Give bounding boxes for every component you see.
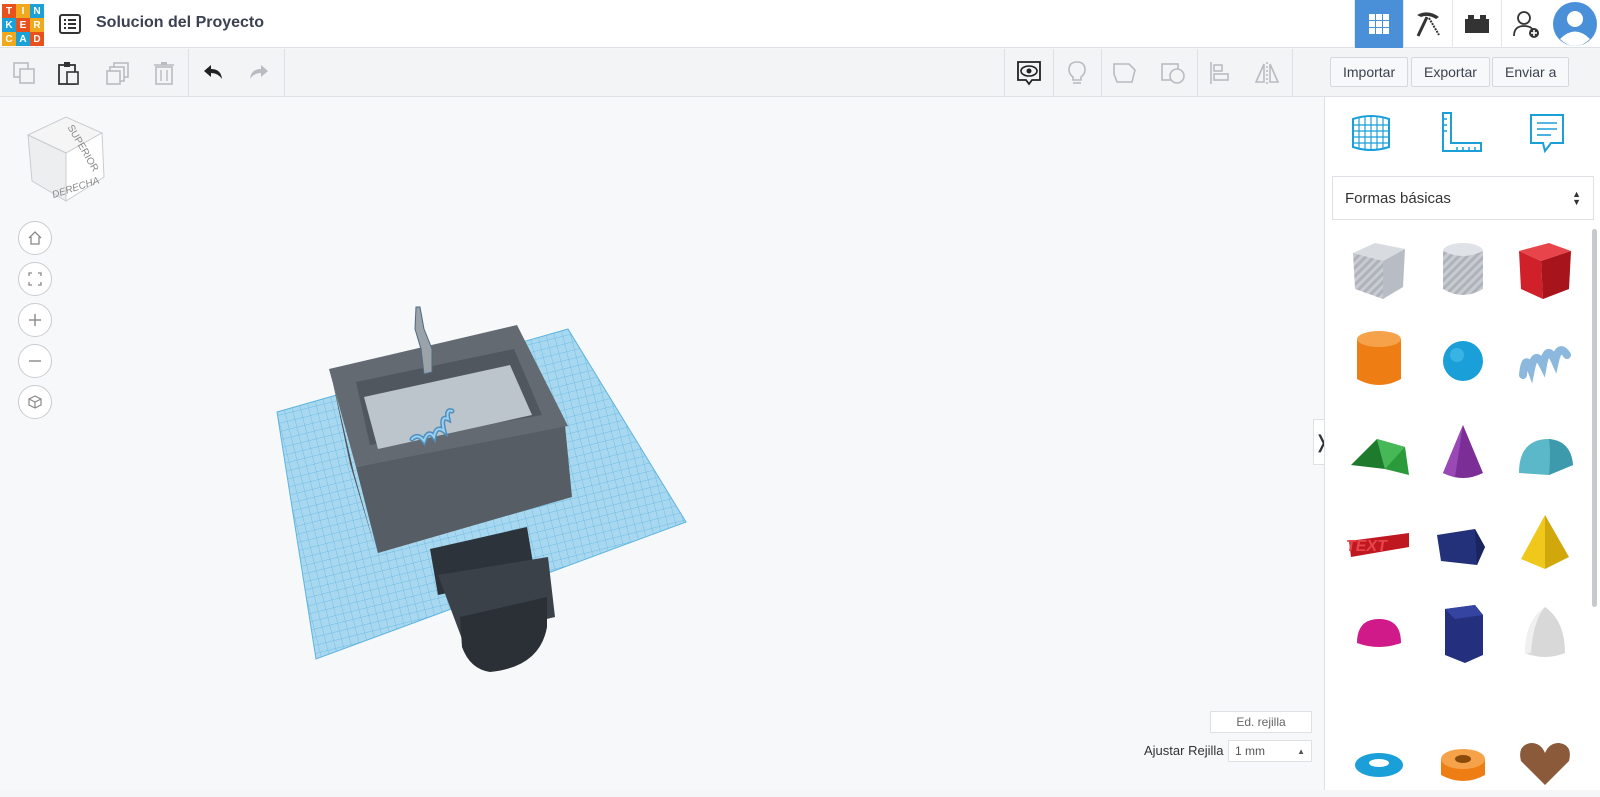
align-icon xyxy=(1210,62,1229,84)
logo-letter: K xyxy=(2,18,16,32)
logo-letter: I xyxy=(16,4,30,18)
select-arrows-icon: ▲ ▼ xyxy=(1572,189,1581,207)
shape-half-sphere[interactable] xyxy=(1343,597,1415,669)
shape-text[interactable]: TEXT xyxy=(1343,507,1415,579)
group-icon xyxy=(1113,63,1136,83)
undo-button[interactable] xyxy=(197,57,229,89)
edit-toolbar: Importar Exportar Enviar a xyxy=(0,49,1600,97)
user-avatar[interactable] xyxy=(1550,0,1600,48)
snap-grid-select[interactable]: 1 mm ▲ xyxy=(1228,740,1312,762)
minecraft-button[interactable] xyxy=(1403,0,1452,48)
redo-button[interactable] xyxy=(243,57,275,89)
shape-tube[interactable] xyxy=(1427,725,1499,797)
notes-toggle-button[interactable] xyxy=(1061,57,1093,89)
copy-button[interactable] xyxy=(8,57,40,89)
shape-sphere[interactable] xyxy=(1427,325,1499,397)
fit-view-button[interactable] xyxy=(18,262,52,296)
workplane-icon[interactable] xyxy=(1347,109,1395,157)
shape-scribble[interactable] xyxy=(1509,325,1581,397)
delete-button[interactable] xyxy=(148,57,180,89)
redo-icon xyxy=(250,65,268,79)
avatar-icon xyxy=(1553,2,1597,46)
shape-torus[interactable] xyxy=(1343,725,1415,797)
import-button[interactable]: Importar xyxy=(1330,57,1409,87)
caret-up-icon: ▲ xyxy=(1297,746,1305,756)
logo-letter: T xyxy=(2,4,16,18)
shape-category-value: Formas básicas xyxy=(1345,189,1451,207)
shape-heart[interactable] xyxy=(1509,725,1581,797)
snap-grid-value: 1 mm xyxy=(1235,744,1265,758)
shape-cone[interactable] xyxy=(1427,417,1499,489)
bricks-button[interactable] xyxy=(1452,0,1501,48)
shape-pyramid[interactable] xyxy=(1509,507,1581,579)
light-icon xyxy=(1068,61,1086,84)
ruler-icon[interactable] xyxy=(1437,109,1485,157)
shape-category-select[interactable]: Formas básicas ▲ ▼ xyxy=(1332,176,1594,220)
tinkercad-logo[interactable]: T I N K E R C A D xyxy=(2,4,44,46)
copy-icon xyxy=(13,62,35,84)
design-list-icon[interactable] xyxy=(58,12,82,36)
mirror-icon xyxy=(1254,62,1280,84)
invite-user-button[interactable] xyxy=(1501,0,1550,48)
shape-polygon[interactable] xyxy=(1427,597,1499,669)
ungroup-icon xyxy=(1161,63,1185,84)
home-icon xyxy=(28,231,42,245)
brick-icon xyxy=(1465,15,1489,33)
shape-box-hole[interactable] xyxy=(1343,235,1415,307)
logo-letter: D xyxy=(30,32,44,46)
home-view-button[interactable] xyxy=(18,221,52,255)
shape-wedge[interactable] xyxy=(1427,507,1499,579)
view-cube[interactable]: SUPERIOR DERECHA xyxy=(18,115,108,210)
project-title[interactable]: Solucion del Proyecto xyxy=(96,14,264,32)
paste-icon xyxy=(58,62,79,85)
delete-icon xyxy=(154,62,174,85)
panel-scrollbar[interactable] xyxy=(1592,229,1597,607)
shape-cylinder[interactable] xyxy=(1343,325,1415,397)
zoom-out-icon xyxy=(29,360,41,362)
add-user-icon xyxy=(1513,11,1539,38)
fit-icon xyxy=(28,272,42,286)
logo-letter: E xyxy=(16,18,30,32)
undo-icon xyxy=(204,65,222,79)
3d-scene[interactable] xyxy=(0,97,1300,790)
zoom-in-icon xyxy=(29,314,41,326)
svg-text:TEXT: TEXT xyxy=(1345,537,1389,555)
logo-letter: C xyxy=(2,32,16,46)
snap-grid-label: Ajustar Rejilla xyxy=(1144,743,1224,758)
ungroup-button[interactable] xyxy=(1157,57,1189,89)
align-button[interactable] xyxy=(1204,57,1236,89)
top-header: T I N K E R C A D Solucion del Proyecto xyxy=(0,0,1600,48)
logo-letter: A xyxy=(16,32,30,46)
view-icon xyxy=(1017,61,1041,86)
grid-icon xyxy=(1369,14,1389,34)
mirror-button[interactable] xyxy=(1251,57,1283,89)
logo-letter: R xyxy=(30,18,44,32)
pickaxe-icon xyxy=(1416,12,1440,37)
edit-grid-button[interactable]: Ed. rejilla xyxy=(1210,711,1312,733)
duplicate-button[interactable] xyxy=(102,57,134,89)
group-button[interactable] xyxy=(1109,57,1141,89)
show-all-button[interactable] xyxy=(1013,57,1045,89)
shapes-panel: Formas básicas ▲ ▼ TEXT xyxy=(1324,97,1600,790)
perspective-icon xyxy=(28,395,42,409)
zoom-out-button[interactable] xyxy=(18,344,52,378)
shape-paraboloid[interactable] xyxy=(1509,597,1581,669)
logo-letter: N xyxy=(30,4,44,18)
zoom-in-button[interactable] xyxy=(18,303,52,337)
send-to-button[interactable]: Enviar a xyxy=(1492,57,1570,87)
export-button[interactable]: Exportar xyxy=(1411,57,1490,87)
shape-cylinder-hole[interactable] xyxy=(1427,235,1499,307)
paste-button[interactable] xyxy=(52,57,84,89)
notes-icon[interactable] xyxy=(1523,109,1571,157)
workplane-canvas[interactable]: SUPERIOR DERECHA ❭ Ed. rejilla Ajustar R… xyxy=(0,97,1330,790)
shape-roof[interactable] xyxy=(1343,417,1415,489)
3d-design-button[interactable] xyxy=(1354,0,1403,48)
duplicate-icon xyxy=(106,62,129,85)
shape-box[interactable] xyxy=(1509,235,1581,307)
shape-round-roof[interactable] xyxy=(1509,417,1581,489)
perspective-button[interactable] xyxy=(18,385,52,419)
